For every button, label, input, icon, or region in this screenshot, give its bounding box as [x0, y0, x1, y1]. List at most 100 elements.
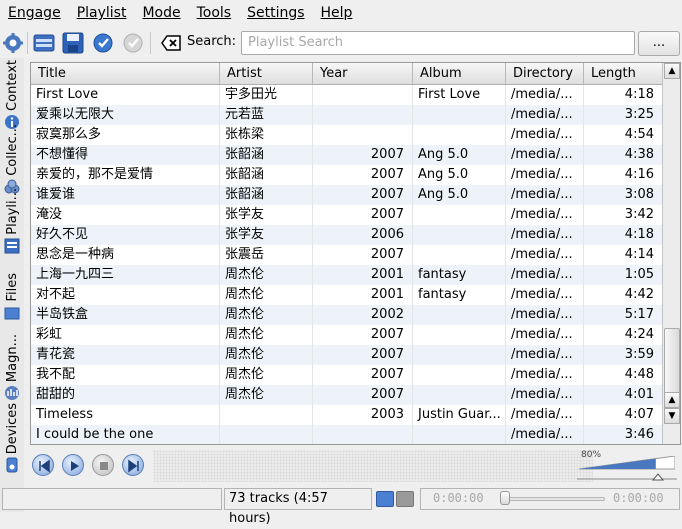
stop-icon[interactable]: [92, 454, 114, 476]
random-icon[interactable]: [396, 491, 414, 507]
cell-length: 4:18: [584, 85, 663, 105]
tab-files[interactable]: Files: [1, 273, 23, 321]
volume-slider[interactable]: [579, 456, 675, 470]
menu-bar: Engage Playlist Mode Tools Settings Help: [0, 0, 682, 26]
cell-year: 2007: [313, 185, 413, 205]
table-row[interactable]: 寂寞那么多 张栋梁/media/... 4:54: [31, 125, 663, 145]
volume-knob-icon[interactable]: [577, 471, 677, 481]
table-row[interactable]: 谁爱谁 张韶涵 2007 Ang 5.0/media/... 3:08: [31, 185, 663, 205]
column-header-length[interactable]: Length: [584, 63, 663, 84]
menu-playlist[interactable]: Playlist: [69, 0, 135, 26]
cell-album: [413, 385, 506, 405]
table-row[interactable]: 对不起 周杰伦 2001 fantasy/media/... 4:42: [31, 285, 663, 305]
cell-album: [413, 245, 506, 265]
column-header-title[interactable]: Title: [31, 63, 220, 84]
tab-label: Devices: [4, 403, 20, 455]
player-controls: 80%: [26, 448, 682, 484]
cell-title: 思念是一种病: [31, 245, 220, 265]
cell-length: 3:59: [584, 345, 663, 365]
table-row[interactable]: 甜甜的 周杰伦 2007/media/... 4:01: [31, 385, 663, 405]
cell-title: 爱乘以无限大: [31, 105, 220, 125]
undo-icon[interactable]: [90, 30, 116, 56]
column-header-artist[interactable]: Artist: [220, 63, 313, 84]
cell-length: 4:48: [584, 365, 663, 385]
cell-artist: [220, 405, 313, 425]
cell-year: 2007: [313, 145, 413, 165]
column-header-directory[interactable]: Directory: [506, 63, 584, 84]
tab-devices[interactable]: Devices: [1, 403, 23, 473]
cell-artist: [220, 425, 313, 444]
menu-mode[interactable]: Mode: [134, 0, 188, 26]
table-row[interactable]: 青花瓷 周杰伦 2007/media/... 3:59: [31, 345, 663, 365]
tab-collection[interactable]: Collec...: [1, 124, 23, 195]
previous-track-icon[interactable]: [32, 454, 54, 476]
redo-icon[interactable]: [120, 30, 146, 56]
cell-artist: 张学友: [220, 205, 313, 225]
cell-length: 4:07: [584, 405, 663, 425]
cell-title: First Love: [31, 85, 220, 105]
repeat-icon[interactable]: [376, 491, 394, 507]
cell-title: 好久不见: [31, 225, 220, 245]
table-row[interactable]: First Love 宇多田光 First Love/media/... 4:18: [31, 85, 663, 105]
table-row[interactable]: I could be the one/media/... 3:46: [31, 425, 663, 444]
table-row[interactable]: 好久不见 张学友 2006/media/... 4:18: [31, 225, 663, 245]
playlist-scrollbar[interactable]: ▲ ▲ ▼: [662, 63, 680, 444]
table-row[interactable]: 思念是一种病 张震岳 2007/media/... 4:14: [31, 245, 663, 265]
table-row[interactable]: 亲爱的，那不是爱情 张韶涵 2007 Ang 5.0/media/... 4:16: [31, 165, 663, 185]
engine-gear-icon[interactable]: [0, 30, 26, 56]
scroll-up-icon[interactable]: ▲: [664, 63, 680, 79]
cell-title: 寂寞那么多: [31, 125, 220, 145]
table-row[interactable]: 不想懂得 张韶涵 2007 Ang 5.0/media/... 4:38: [31, 145, 663, 165]
cell-directory: /media/...: [506, 305, 584, 325]
next-track-icon[interactable]: [122, 454, 144, 476]
seek-knob[interactable]: [500, 491, 510, 505]
menu-help[interactable]: Help: [313, 0, 361, 26]
cell-album: [413, 305, 506, 325]
cell-year: 2007: [313, 385, 413, 405]
scroll-up-icon[interactable]: ▲: [664, 392, 680, 408]
clear-playlist-icon[interactable]: [31, 30, 57, 56]
cell-album: [413, 345, 506, 365]
cell-directory: /media/...: [506, 185, 584, 205]
table-row[interactable]: 彩虹 周杰伦 2007/media/... 4:24: [31, 325, 663, 345]
scroll-down-icon[interactable]: ▼: [664, 408, 680, 424]
column-header-year[interactable]: Year: [313, 63, 413, 84]
remaining-time: 0:00:00: [613, 491, 664, 505]
cell-title: 淹没: [31, 205, 220, 225]
search-options-button[interactable]: ...: [638, 31, 680, 56]
table-row[interactable]: 我不配 周杰伦 2007/media/... 4:48: [31, 365, 663, 385]
cell-title: I could be the one: [31, 425, 220, 444]
seek-slider[interactable]: [505, 497, 605, 501]
cell-directory: /media/...: [506, 145, 584, 165]
cell-year: [313, 125, 413, 145]
cell-year: 2007: [313, 325, 413, 345]
table-row[interactable]: Timeless 2003 Justin Guar.../media/... 4:07: [31, 405, 663, 425]
save-playlist-icon[interactable]: [60, 30, 86, 56]
cell-artist: 周杰伦: [220, 365, 313, 385]
cell-directory: /media/...: [506, 325, 584, 345]
cell-directory: /media/...: [506, 385, 584, 405]
clear-search-icon[interactable]: [158, 30, 184, 56]
table-row[interactable]: 爱乘以无限大 元若蓝/media/... 3:25: [31, 105, 663, 125]
table-row[interactable]: 上海一九四三 周杰伦 2001 fantasy/media/... 1:05: [31, 265, 663, 285]
menu-tools[interactable]: Tools: [189, 0, 240, 26]
tab-label: Context: [4, 60, 20, 111]
menu-settings[interactable]: Settings: [239, 0, 312, 26]
table-row[interactable]: 淹没 张学友 2007/media/... 3:42: [31, 205, 663, 225]
tab-context[interactable]: Context: [1, 60, 23, 130]
cell-directory: /media/...: [506, 105, 584, 125]
toolbar: Search: Playlist Search ...: [0, 28, 682, 58]
playlist-view[interactable]: Title Artist Year Album Directory Length…: [30, 62, 681, 445]
cell-title: Timeless: [31, 405, 220, 425]
column-header-album[interactable]: Album: [413, 63, 506, 84]
cell-artist: 张韶涵: [220, 165, 313, 185]
tab-playlists[interactable]: Playli...: [1, 188, 23, 254]
cell-year: 2007: [313, 345, 413, 365]
table-row[interactable]: 半岛铁盒 周杰伦 2002/media/... 5:17: [31, 305, 663, 325]
search-input[interactable]: Playlist Search: [241, 31, 635, 55]
cell-artist: 周杰伦: [220, 285, 313, 305]
play-icon[interactable]: [62, 454, 84, 476]
menu-engage[interactable]: Engage: [0, 0, 69, 26]
tab-magnatune[interactable]: Magn...: [1, 334, 23, 401]
cell-directory: /media/...: [506, 165, 584, 185]
